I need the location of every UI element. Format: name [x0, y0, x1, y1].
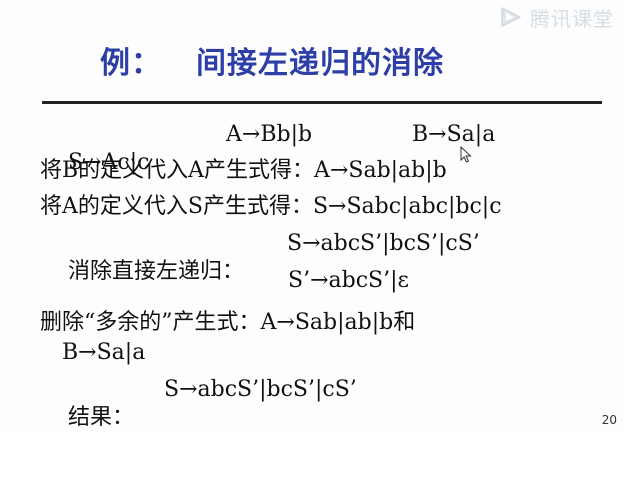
play-icon — [498, 6, 524, 28]
result-rule: S→abcS’|bcS’|cS’ — [164, 377, 357, 402]
watermark-text: 腾讯课堂 — [530, 6, 614, 31]
title-divider — [42, 101, 602, 104]
grammar-rule-b: B→Sa|a — [412, 122, 496, 147]
title-prefix: 例： — [100, 46, 162, 81]
substitute-a-line: 将A的定义代入S产生式得：S→Sabc|abc|bc|c — [40, 194, 502, 219]
slide-title: 例： 间接左递归的消除 — [100, 38, 444, 82]
page-number: 20 — [601, 413, 617, 427]
eliminate-direct-rule: S→abcS’|bcS’|cS’ — [287, 231, 480, 256]
title-main: 间接左递归的消除 — [196, 46, 444, 81]
watermark: 腾讯课堂 — [498, 4, 614, 31]
s-prime-rule: S’→abcS’|ε — [288, 268, 409, 293]
mouse-cursor-icon — [460, 145, 472, 167]
grammar-rule-a: A→Bb|b — [226, 122, 313, 147]
result-line: 结果： S→abcS’|bcS’|cS’ — [40, 376, 357, 488]
slide: 腾讯课堂 例： 间接左递归的消除 S→Ac|c A→Bb|b B→Sa|a 将B的… — [0, 0, 624, 431]
substitute-b-line: 将B的定义代入A产生式得：A→Sab|ab|b — [40, 158, 447, 183]
delete-redundant-continuation: B→Sa|a — [62, 340, 146, 365]
eliminate-direct-label: 消除直接左递归： — [67, 259, 244, 284]
result-label: 结果： — [67, 405, 134, 430]
delete-redundant-line: 删除“多余的”产生式：A→Sab|ab|b和 — [40, 310, 416, 335]
